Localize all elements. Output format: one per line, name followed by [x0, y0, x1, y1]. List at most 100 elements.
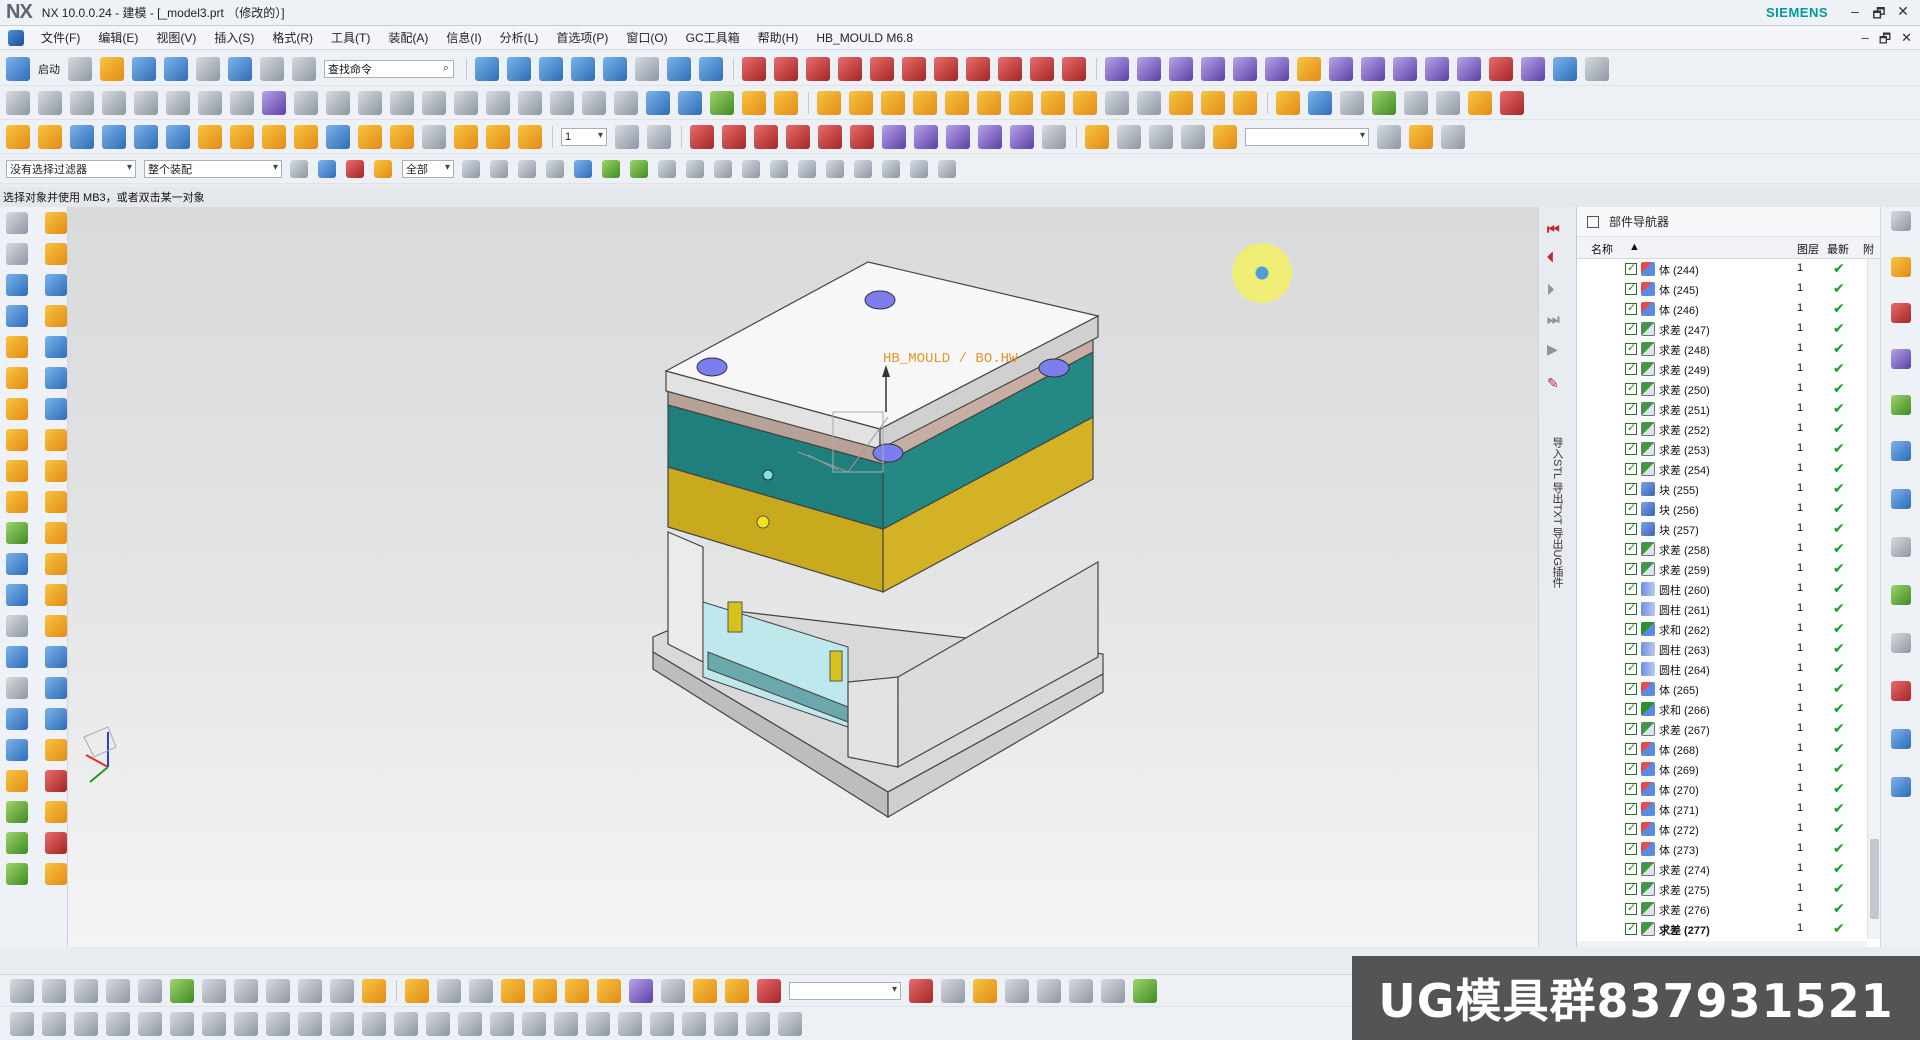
feature-tree-row[interactable]: 求差 (247) 1 ✔ — [1577, 319, 1867, 339]
feature-tree-row[interactable]: 求差 (252) 1 ✔ — [1577, 419, 1867, 439]
point-icon[interactable] — [6, 90, 30, 115]
sketch-grid-icon[interactable] — [42, 1011, 66, 1036]
view-tool-18-icon[interactable] — [1037, 978, 1061, 1003]
feature-tree-row[interactable]: 求差 (253) 1 ✔ — [1577, 439, 1867, 459]
assembly-tool-2-icon[interactable] — [1117, 124, 1141, 149]
transform-icon[interactable] — [914, 124, 938, 149]
view-tool-4-icon[interactable] — [469, 978, 493, 1003]
restore-button[interactable]: 🗗 — [1868, 3, 1890, 27]
table-icon[interactable] — [1042, 124, 1066, 149]
view-tool-15-icon[interactable] — [941, 978, 965, 1003]
web-browser-icon[interactable] — [1891, 489, 1911, 509]
wrap-curve-icon[interactable] — [518, 90, 542, 115]
sketch-fillet-icon[interactable] — [202, 1011, 226, 1036]
slot-icon[interactable] — [6, 335, 28, 358]
select-all-icon[interactable] — [346, 159, 364, 178]
visibility-checkbox[interactable] — [1625, 281, 1637, 295]
snap-view-icon[interactable] — [475, 56, 499, 81]
subtract-icon[interactable] — [1041, 90, 1065, 115]
menu-insert[interactable]: 插入(S) — [205, 29, 263, 46]
material-icon[interactable] — [1404, 90, 1428, 115]
mould-tool-3-icon[interactable] — [1169, 56, 1193, 81]
sketch-convert-icon[interactable] — [714, 1011, 738, 1036]
mould-tool-2-icon[interactable] — [1137, 56, 1161, 81]
view-tool-9-icon[interactable] — [629, 978, 653, 1003]
snap-grid-icon[interactable] — [938, 159, 956, 178]
view-tool-1-icon[interactable] — [362, 978, 386, 1003]
layer-manager-icon[interactable] — [615, 124, 639, 149]
visibility-checkbox[interactable] — [1625, 881, 1637, 895]
menu-preferences[interactable]: 首选项(P) — [547, 29, 617, 46]
mould-tool-10-icon[interactable] — [1393, 56, 1417, 81]
visibility-checkbox[interactable] — [1625, 921, 1637, 935]
start-icon[interactable] — [6, 56, 30, 81]
menu-gc-toolbox[interactable]: GC工具箱 — [677, 29, 749, 46]
feature-tree-row[interactable]: 圆柱 (260) 1 ✔ — [1577, 579, 1867, 599]
shaded-sphere-icon[interactable] — [10, 978, 34, 1003]
wcs-rotate-icon[interactable] — [754, 124, 778, 149]
wcs-orient-icon[interactable] — [786, 124, 810, 149]
navigator-scroll-thumb[interactable] — [1870, 839, 1879, 919]
point-move-icon[interactable] — [1010, 124, 1034, 149]
orient-view-icon[interactable] — [699, 56, 723, 81]
wireframe-cube-icon[interactable] — [571, 56, 595, 81]
visibility-checkbox[interactable] — [1625, 341, 1637, 355]
mould-tool-14-icon[interactable] — [1521, 56, 1545, 81]
visibility-checkbox[interactable] — [1625, 421, 1637, 435]
first-step-icon[interactable]: ⏮ — [1547, 221, 1560, 238]
trim-body-icon[interactable] — [6, 521, 28, 544]
feature-tree-row[interactable]: 求差 (251) 1 ✔ — [1577, 399, 1867, 419]
datum-csys-icon[interactable] — [646, 90, 670, 115]
extrude-feature-icon[interactable] — [45, 211, 67, 234]
surface-tool-16-icon[interactable] — [486, 124, 510, 149]
flag-icon[interactable] — [422, 90, 446, 115]
snap-midpoint-icon[interactable] — [630, 159, 648, 178]
surface-tool-1-icon[interactable] — [6, 124, 30, 149]
visibility-checkbox[interactable] — [1625, 661, 1637, 675]
visibility-checkbox[interactable] — [1625, 741, 1637, 755]
surface-tool-12-icon[interactable] — [358, 124, 382, 149]
wcs-dynamic-icon[interactable] — [722, 124, 746, 149]
feature-tree-row[interactable]: 圆柱 (263) 1 ✔ — [1577, 639, 1867, 659]
visibility-checkbox[interactable] — [1625, 821, 1637, 835]
view-tool-7-icon[interactable] — [565, 978, 589, 1003]
boss-icon[interactable] — [45, 273, 67, 296]
zigzag-icon[interactable] — [1436, 90, 1460, 115]
snap-tangent-icon[interactable] — [686, 159, 704, 178]
sketch-corner-icon[interactable] — [554, 1011, 578, 1036]
feature-tree-row[interactable]: 圆柱 (261) 1 ✔ — [1577, 599, 1867, 619]
blend-icon[interactable] — [1105, 90, 1129, 115]
point-set-icon[interactable] — [70, 90, 94, 115]
feature-tree-row[interactable]: 求差 (277) 1 ✔ — [1577, 919, 1867, 939]
helix-icon[interactable] — [294, 90, 318, 115]
chamfer-curve-icon[interactable] — [870, 56, 894, 81]
visibility-checkbox[interactable] — [1625, 841, 1637, 855]
snap-existing-icon[interactable] — [854, 159, 872, 178]
patch-icon[interactable] — [45, 583, 67, 606]
assembly-tool-3-icon[interactable] — [1149, 124, 1173, 149]
visibility-checkbox[interactable] — [1625, 501, 1637, 515]
sphere-icon[interactable] — [977, 90, 1001, 115]
sketch-line-icon[interactable] — [106, 1011, 130, 1036]
feature-tree-row[interactable]: 体 (244) 1 ✔ — [1577, 259, 1867, 279]
surface-tool-14-icon[interactable] — [422, 124, 446, 149]
feature-tree-row[interactable]: 体 (273) 1 ✔ — [1577, 839, 1867, 859]
plus-point-icon[interactable] — [38, 90, 62, 115]
bounded-plane-icon[interactable] — [45, 738, 67, 761]
snap-line-icon[interactable] — [658, 159, 676, 178]
menu-help[interactable]: 帮助(H) — [749, 29, 808, 46]
analysis-view-icon[interactable] — [330, 978, 354, 1003]
sketch-mirror-icon[interactable] — [458, 1011, 482, 1036]
visibility-checkbox[interactable] — [1625, 561, 1637, 575]
menu-analysis[interactable]: 分析(L) — [491, 29, 548, 46]
view-tool-14-icon[interactable] — [909, 978, 933, 1003]
surface-tool-7-icon[interactable] — [198, 124, 222, 149]
feature-tree-row[interactable]: 体 (265) 1 ✔ — [1577, 679, 1867, 699]
emboss-icon[interactable] — [6, 614, 28, 637]
save-all-icon[interactable] — [164, 56, 188, 81]
sketch-extend-icon[interactable] — [522, 1011, 546, 1036]
move-face-icon[interactable] — [6, 769, 28, 792]
view-tool-11-icon[interactable] — [693, 978, 717, 1003]
surface-tool-13-icon[interactable] — [390, 124, 414, 149]
mould-tool-5-icon[interactable] — [1233, 56, 1257, 81]
